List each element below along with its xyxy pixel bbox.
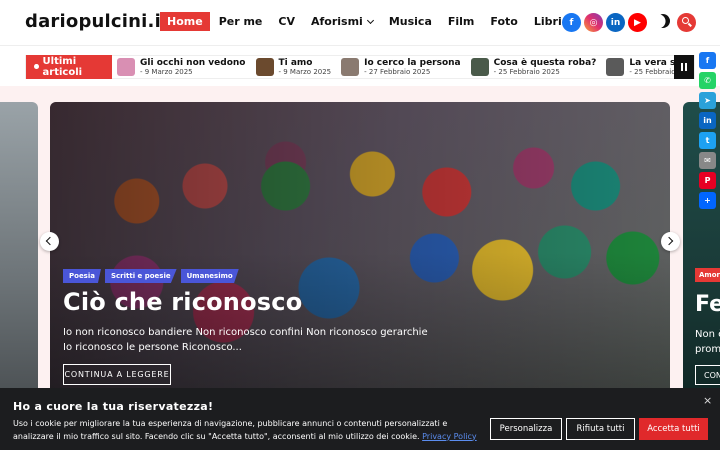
ticker-item[interactable]: Io cerco la persona - 27 Febbraio 2025	[341, 58, 461, 77]
nav-item-label: Libri	[533, 15, 562, 28]
featured-slide[interactable]: Poesia Scritti e poesie Umanesimo Ciò che …	[50, 102, 670, 402]
share-bar: f ✆ ➤ in t ✉ P +	[699, 52, 717, 212]
cookie-description: Uso i cookie per migliorare la tua esper…	[13, 419, 448, 441]
ticker-pause-button[interactable]	[674, 55, 694, 79]
privacy-policy-link[interactable]: Privacy Policy	[422, 432, 477, 441]
nav-item-film[interactable]: Film	[441, 12, 482, 31]
ticker-item-date: - 25 Febbraio 2025	[493, 67, 560, 76]
cookie-accept-button[interactable]: Accetta tutti	[639, 418, 708, 440]
cookie-text: Uso i cookie per migliorare la tua esper…	[13, 418, 488, 443]
nav-item-foto[interactable]: Foto	[483, 12, 524, 31]
main-nav: Home Per me CV Aforismi Musica Film Foto Libri	[160, 12, 571, 31]
share-linkedin-icon[interactable]: in	[699, 112, 716, 129]
share-whatsapp-icon[interactable]: ✆	[699, 72, 716, 89]
ticker-item-title: Cosa è questa roba?	[493, 57, 597, 68]
category-badge[interactable]: Scritti e poesie	[104, 269, 177, 283]
slider-next-button[interactable]	[661, 232, 680, 251]
search-button[interactable]	[677, 13, 696, 32]
latest-articles-ticker: Ultimi articoli Gli occhi non vedono - 9 …	[25, 54, 695, 79]
cookie-banner: Ho a cuore la tua riservatezza! Uso i co…	[0, 388, 720, 450]
slide-categories: Poesia Scritti e poesie Umanesimo	[63, 269, 243, 283]
previous-slide-preview[interactable]	[0, 102, 38, 402]
ticker-item-title: Io cerco la persona	[364, 57, 461, 68]
chevron-down-icon	[366, 16, 374, 24]
nav-item-aforismi[interactable]: Aforismi	[304, 12, 380, 31]
site-header: dariopulcini.it Home Per me CV Aforismi Musi…	[0, 0, 720, 46]
nav-item-label: CV	[278, 15, 295, 28]
next-slide-read-button[interactable]: CON	[695, 365, 720, 385]
ticker-text: Cosa è questa roba? - 25 Febbraio 2025	[494, 58, 597, 77]
next-slide-title[interactable]: Fe	[695, 292, 720, 317]
cookie-title: Ho a cuore la tua riservatezza!	[13, 400, 214, 413]
dark-mode-toggle-icon[interactable]	[653, 11, 672, 30]
nav-item-label: Aforismi	[310, 15, 363, 28]
ticker-item-date: - 27 Febbraio 2025	[364, 67, 431, 76]
slide-excerpt: Io non riconosco bandiere Non riconosco …	[63, 327, 428, 353]
ticker-dot-icon	[34, 64, 39, 69]
cookie-reject-button[interactable]: Rifiuta tutti	[566, 418, 635, 440]
ticker-thumbnail	[255, 58, 274, 76]
ticker-item-date: - 9 Marzo 2025	[140, 67, 193, 76]
chevron-left-icon	[45, 236, 55, 246]
share-facebook-icon[interactable]: f	[699, 52, 716, 69]
next-slide-excerpt: Non è prome	[695, 327, 720, 357]
share-pinterest-icon[interactable]: P	[699, 172, 716, 189]
ticker-thumbnail	[606, 58, 625, 76]
linkedin-icon[interactable]: in	[606, 13, 625, 32]
pause-icon	[681, 63, 683, 71]
nav-item-label: Musica	[388, 15, 432, 28]
nav-item-label: Home	[167, 15, 203, 28]
ticker-label-text: Ultimi articoli	[42, 55, 83, 78]
ticker-thumbnail	[117, 58, 135, 76]
ticker-item-title: Gli occhi non vedono	[140, 57, 246, 68]
ticker-item-date: - 9 Marzo 2025	[278, 67, 332, 76]
ticker-label: Ultimi articoli	[26, 54, 112, 79]
ticker-item[interactable]: Cosa è questa roba? - 25 Febbraio 2025	[470, 58, 597, 77]
facebook-icon[interactable]: f	[562, 13, 581, 32]
nav-item-per-me[interactable]: Per me	[212, 12, 270, 31]
search-icon-handle	[688, 22, 692, 27]
ticker-text: Ti amo - 9 Marzo 2025	[279, 58, 332, 77]
nav-item-label: Per me	[218, 15, 263, 28]
next-slide-excerpt-line: prome	[695, 344, 720, 355]
ticker-thumbnail	[341, 58, 360, 76]
next-slide-category[interactable]: Amor	[695, 268, 720, 282]
cookie-close-button[interactable]: ×	[703, 394, 712, 407]
ticker-item[interactable]: Ti amo - 9 Marzo 2025	[255, 58, 332, 77]
category-badge[interactable]: Poesia	[63, 269, 101, 283]
pause-icon-bar	[685, 63, 687, 71]
slide-title[interactable]: Ciò che riconosco	[63, 288, 302, 316]
slider-prev-button[interactable]	[40, 232, 59, 251]
share-email-icon[interactable]: ✉	[699, 152, 716, 169]
share-telegram-icon[interactable]: ➤	[699, 92, 716, 109]
next-slide-excerpt-line: Non è	[695, 329, 720, 340]
category-badge[interactable]: Umanesimo	[180, 269, 239, 283]
youtube-icon[interactable]: ▶	[628, 13, 647, 32]
nav-item-cv[interactable]: CV	[271, 12, 302, 31]
instagram-icon[interactable]: ◎	[584, 13, 603, 32]
share-twitter-icon[interactable]: t	[699, 132, 716, 149]
ticker-item-title: Ti amo	[278, 57, 313, 68]
continue-reading-button[interactable]: CONTINUA A LEGGERE	[63, 364, 171, 385]
share-more-icon[interactable]: +	[699, 192, 716, 209]
nav-item-musica[interactable]: Musica	[382, 12, 439, 31]
nav-item-home[interactable]: Home	[160, 12, 210, 31]
chevron-right-icon	[664, 236, 674, 246]
nav-item-label: Foto	[490, 15, 518, 28]
ticker-text: Io cerco la persona - 27 Febbraio 2025	[364, 58, 461, 77]
social-links: f ◎ in ▶	[562, 13, 650, 32]
site-logo[interactable]: dariopulcini.it	[25, 11, 170, 32]
cookie-customize-button[interactable]: Personalizza	[490, 418, 562, 440]
ticker-item[interactable]: Gli occhi non vedono - 9 Marzo 2025	[117, 58, 246, 77]
ticker-text: Gli occhi non vedono - 9 Marzo 2025	[140, 58, 246, 77]
nav-item-label: Film	[447, 15, 475, 28]
ticker-thumbnail	[470, 58, 489, 76]
ticker-items: Gli occhi non vedono - 9 Marzo 2025 Ti amo…	[117, 58, 694, 77]
